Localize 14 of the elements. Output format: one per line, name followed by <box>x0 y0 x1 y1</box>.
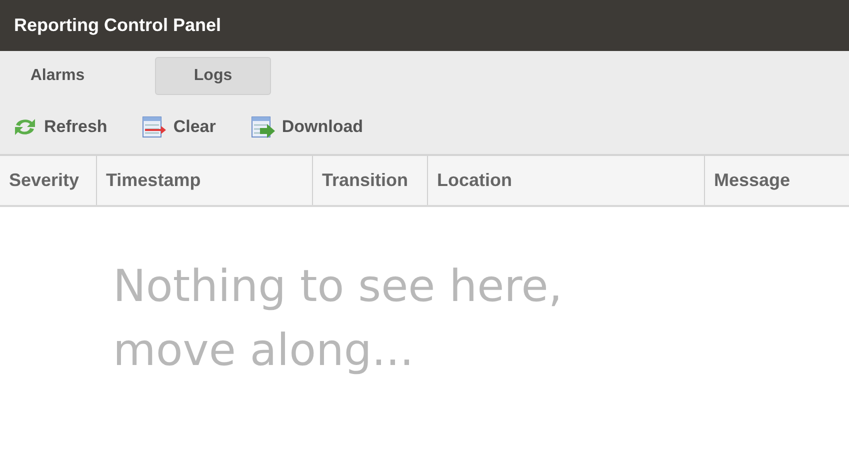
column-header[interactable]: Message <box>705 156 849 205</box>
empty-message: Nothing to see here, move along... <box>113 260 564 378</box>
column-header[interactable]: Transition <box>313 156 428 205</box>
table-clear-icon[interactable] <box>141 115 168 139</box>
column-header[interactable]: Location <box>428 156 705 205</box>
column-header[interactable]: Severity <box>0 156 97 205</box>
tab[interactable]: Alarms <box>0 56 115 94</box>
table-export-icon[interactable] <box>250 115 276 139</box>
toolbar-button[interactable]: Refresh <box>44 117 108 137</box>
tab[interactable]: Logs <box>155 56 271 94</box>
toolbar-button[interactable]: Clear <box>173 117 216 137</box>
column-header[interactable]: Timestamp <box>97 156 313 205</box>
window-title: Reporting Control Panel <box>14 15 221 36</box>
toolbar-button[interactable]: Download <box>282 117 364 137</box>
